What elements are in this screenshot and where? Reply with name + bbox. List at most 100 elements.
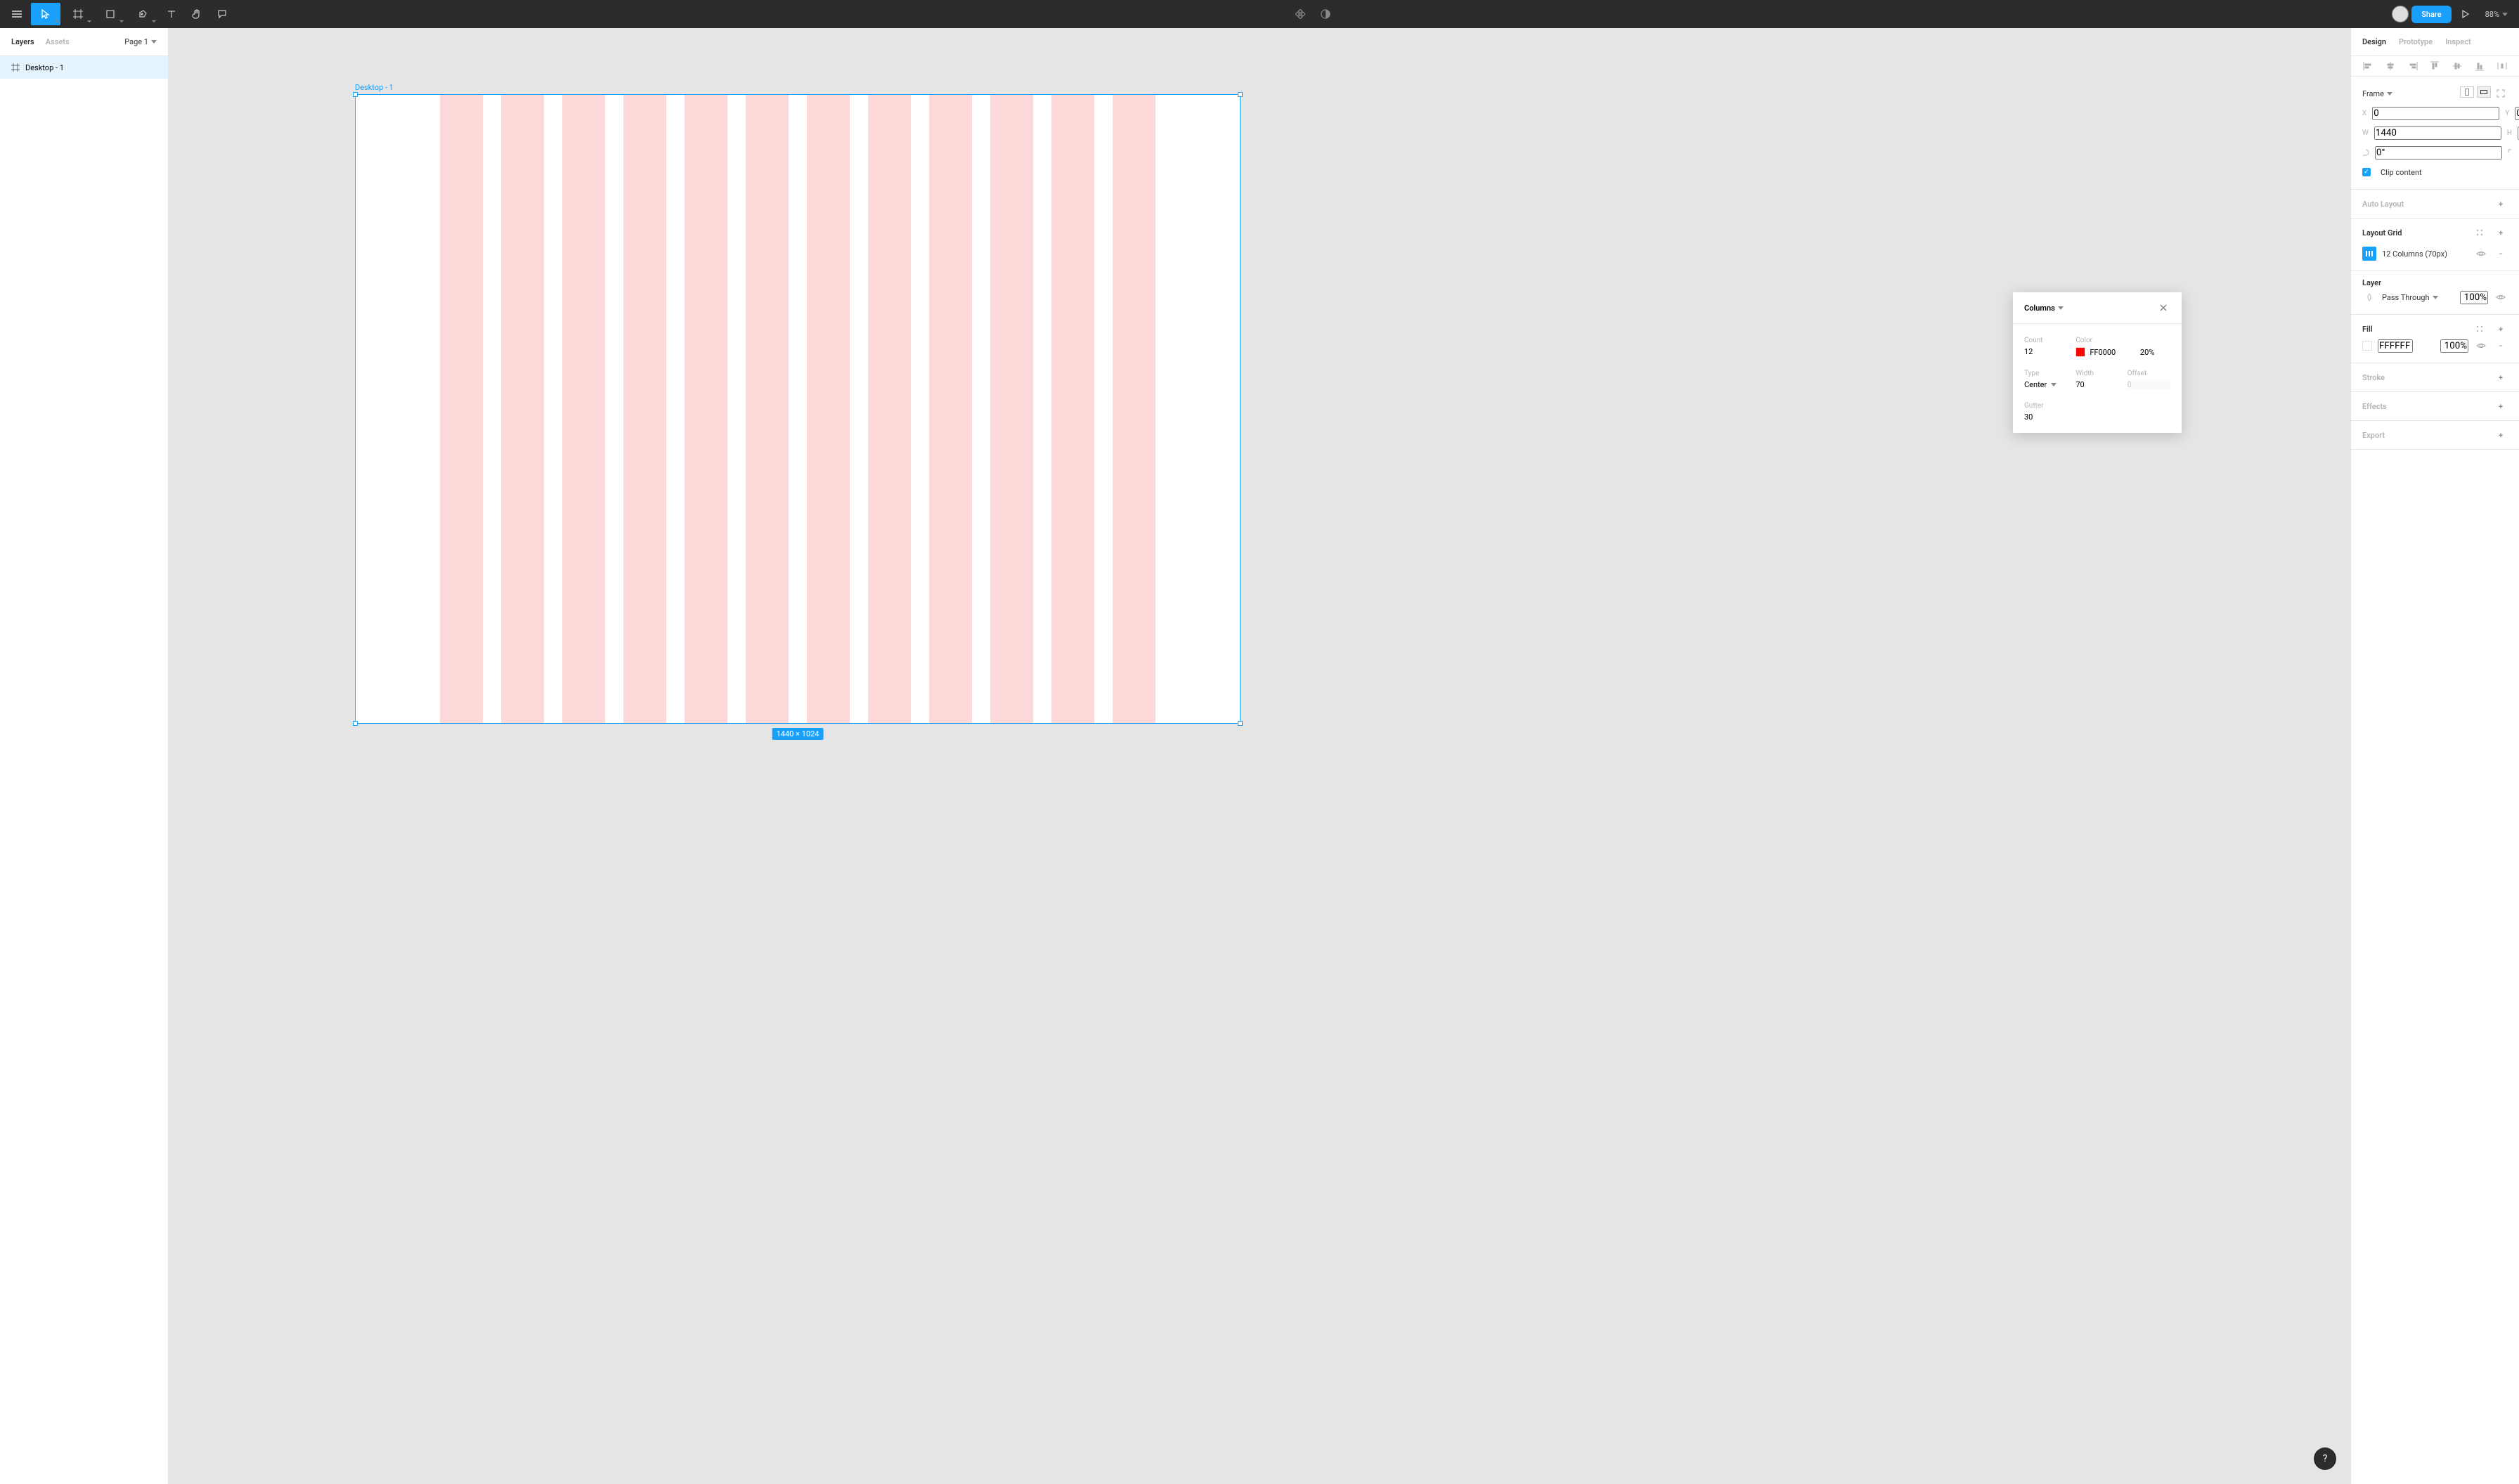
portrait-button[interactable] <box>2460 86 2474 98</box>
dimensions-badge: 1440 × 1024 <box>772 728 824 740</box>
width-label: Width <box>2076 370 2118 377</box>
component-button[interactable] <box>1289 3 1312 25</box>
remove-fill-button[interactable]: − <box>2494 339 2508 353</box>
align-row <box>2351 56 2519 77</box>
add-grid-button[interactable]: + <box>2494 226 2508 240</box>
frame-tool-button[interactable] <box>63 3 93 25</box>
type-select[interactable]: Center <box>2024 380 2067 389</box>
menu-button[interactable] <box>6 3 28 25</box>
align-hcenter-icon[interactable] <box>2385 60 2396 72</box>
selection-handle[interactable] <box>353 92 358 97</box>
count-label: Count <box>2024 337 2067 344</box>
add-stroke-button[interactable]: + <box>2494 370 2508 384</box>
effects-title: Effects <box>2362 402 2387 411</box>
type-label: Type <box>2024 370 2067 377</box>
frame-label[interactable]: Desktop - 1 <box>355 83 394 92</box>
fill-swatch[interactable] <box>2362 341 2372 351</box>
align-top-icon[interactable] <box>2429 60 2440 72</box>
blend-mode-select[interactable]: Pass Through <box>2382 293 2438 302</box>
page-label: Page 1 <box>124 37 148 46</box>
mask-button[interactable] <box>1314 3 1337 25</box>
add-auto-layout-button[interactable]: + <box>2494 197 2508 211</box>
layer-row[interactable]: Desktop - 1 <box>0 56 168 79</box>
blend-mode-icon <box>2362 290 2376 304</box>
landscape-button[interactable] <box>2477 86 2491 98</box>
left-panel: Layers Assets Page 1 Desktop - 1 <box>0 28 169 1484</box>
color-opacity-input[interactable] <box>2129 348 2154 357</box>
page-selector[interactable]: Page 1 <box>124 37 157 46</box>
align-left-icon[interactable] <box>2362 60 2374 72</box>
gutter-input[interactable] <box>2024 412 2067 422</box>
top-toolbar: Share 88% <box>0 0 2519 28</box>
add-fill-button[interactable]: + <box>2494 322 2508 336</box>
hand-tool-button[interactable] <box>186 3 208 25</box>
shape-tool-button[interactable] <box>96 3 125 25</box>
fill-title: Fill <box>2362 325 2373 334</box>
x-input[interactable] <box>2372 107 2499 120</box>
auto-layout-title: Auto Layout <box>2362 200 2404 209</box>
fill-styles-button[interactable] <box>2473 322 2487 336</box>
y-input[interactable] <box>2515 107 2519 120</box>
layout-grid-overlay <box>356 95 1240 723</box>
layer-label: Desktop - 1 <box>25 63 64 72</box>
resize-to-fit-button[interactable] <box>2494 86 2508 100</box>
columns-popover: Columns Count Color Type Center Width Off… <box>2013 292 2182 433</box>
layer-visibility-button[interactable] <box>2494 290 2508 304</box>
offset-input <box>2128 380 2170 389</box>
layer-opacity-input[interactable] <box>2460 291 2488 304</box>
count-input[interactable] <box>2024 347 2067 356</box>
text-tool-button[interactable] <box>160 3 183 25</box>
tab-design[interactable]: Design <box>2362 37 2386 46</box>
stroke-title: Stroke <box>2362 373 2385 382</box>
popover-title[interactable]: Columns <box>2024 304 2064 313</box>
layer-section-title: Layer <box>2362 278 2381 287</box>
add-effect-button[interactable]: + <box>2494 399 2508 413</box>
help-button[interactable]: ? <box>2314 1447 2336 1470</box>
color-hex-input[interactable] <box>2090 348 2125 357</box>
tab-inspect[interactable]: Inspect <box>2445 37 2471 46</box>
distribute-icon[interactable] <box>2497 60 2508 72</box>
close-button[interactable] <box>2156 301 2170 315</box>
fill-hex-input[interactable] <box>2378 339 2413 353</box>
offset-label: Offset <box>2128 370 2170 377</box>
align-bottom-icon[interactable] <box>2474 60 2485 72</box>
frame-type-select[interactable]: Frame <box>2362 89 2392 98</box>
fill-visibility-button[interactable] <box>2474 339 2488 353</box>
toggle-grid-visibility-button[interactable] <box>2474 247 2488 261</box>
selection-handle[interactable] <box>353 721 358 726</box>
rotation-input[interactable] <box>2375 146 2502 160</box>
present-button[interactable] <box>2454 3 2477 25</box>
layout-grid-title: Layout Grid <box>2362 228 2402 237</box>
fill-opacity-input[interactable] <box>2440 339 2468 353</box>
comment-tool-button[interactable] <box>211 3 233 25</box>
frame-icon <box>11 63 20 72</box>
frame-desktop-1[interactable]: 1440 × 1024 <box>355 94 1241 724</box>
w-input[interactable] <box>2374 126 2501 140</box>
tab-assets[interactable]: Assets <box>46 37 70 46</box>
add-export-button[interactable]: + <box>2494 428 2508 442</box>
clip-content-label: Clip content <box>2381 168 2422 177</box>
share-button[interactable]: Share <box>2411 6 2451 23</box>
move-tool-button[interactable] <box>31 3 60 25</box>
selection-handle[interactable] <box>1238 92 1243 97</box>
color-swatch[interactable] <box>2076 347 2085 357</box>
color-label: Color <box>2076 337 2170 344</box>
tab-layers[interactable]: Layers <box>11 37 34 46</box>
width-input[interactable] <box>2076 380 2118 389</box>
chevron-down-icon <box>152 20 156 22</box>
grid-styles-button[interactable] <box>2473 226 2487 240</box>
grid-item-label[interactable]: 12 Columns (70px) <box>2382 249 2447 259</box>
remove-grid-button[interactable]: − <box>2494 247 2508 261</box>
tab-prototype[interactable]: Prototype <box>2399 37 2433 46</box>
align-vcenter-icon[interactable] <box>2452 60 2463 72</box>
chevron-down-icon <box>87 20 91 22</box>
avatar[interactable] <box>2392 6 2409 22</box>
zoom-select[interactable]: 88% <box>2480 10 2513 19</box>
pen-tool-button[interactable] <box>128 3 157 25</box>
canvas[interactable]: Desktop - 1 1440 × 1024 Columns <box>169 28 2350 1484</box>
clip-content-checkbox[interactable]: ✓ <box>2362 168 2371 176</box>
selection-handle[interactable] <box>1238 721 1243 726</box>
grid-type-icon[interactable] <box>2362 247 2376 261</box>
chevron-down-icon <box>119 20 124 22</box>
align-right-icon[interactable] <box>2407 60 2418 72</box>
